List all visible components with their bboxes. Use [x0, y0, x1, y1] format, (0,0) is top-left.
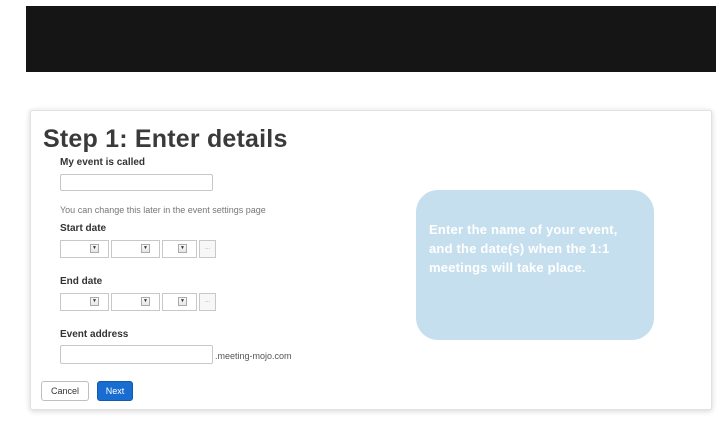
start-date-picker-button[interactable]: ...	[199, 240, 216, 258]
start-year-select[interactable]: ▼	[162, 240, 197, 258]
help-tooltip: Enter the name of your event, and the da…	[416, 190, 654, 340]
triangle-down-icon: ▼	[141, 297, 150, 306]
start-date-label: Start date	[60, 223, 107, 234]
event-name-input[interactable]	[60, 174, 213, 191]
end-year-select[interactable]: ▼	[162, 293, 197, 311]
end-day-select[interactable]: ▼	[60, 293, 109, 311]
cancel-button[interactable]: Cancel	[41, 381, 89, 401]
event-name-hint: You can change this later in the event s…	[60, 205, 266, 215]
page-title: Step 1: Enter details	[43, 125, 288, 153]
event-name-label: My event is called	[60, 157, 146, 168]
end-date-label: End date	[60, 276, 103, 287]
triangle-down-icon: ▼	[178, 297, 187, 306]
triangle-down-icon: ▼	[141, 244, 150, 253]
triangle-down-icon: ▼	[178, 244, 187, 253]
next-button[interactable]: Next	[97, 381, 133, 401]
top-banner	[26, 6, 716, 72]
address-domain-suffix: .meeting-mojo.com	[215, 351, 292, 361]
event-address-label: Event address	[60, 329, 129, 340]
triangle-down-icon: ▼	[90, 297, 99, 306]
start-day-select[interactable]: ▼	[60, 240, 109, 258]
end-month-select[interactable]: ▼	[111, 293, 160, 311]
event-address-input[interactable]	[60, 345, 213, 364]
end-date-row: ▼ ▼ ▼ ...	[60, 293, 216, 311]
end-date-picker-button[interactable]: ...	[199, 293, 216, 311]
start-month-select[interactable]: ▼	[111, 240, 160, 258]
help-tooltip-text: Enter the name of your event, and the da…	[429, 222, 618, 275]
triangle-down-icon: ▼	[90, 244, 99, 253]
event-details-card: Step 1: Enter details My event is called…	[30, 110, 712, 410]
start-date-row: ▼ ▼ ▼ ...	[60, 240, 216, 258]
